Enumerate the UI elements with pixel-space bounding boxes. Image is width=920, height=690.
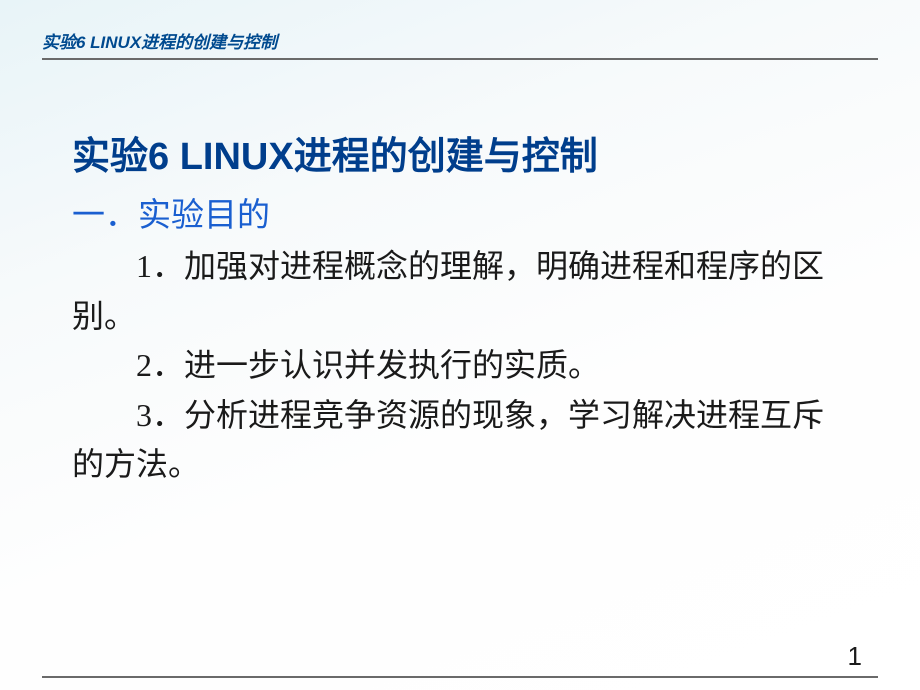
list-item: 1．加强对进程概念的理解，明确进程和程序的区别。 [72, 242, 850, 341]
slide-footer [42, 676, 878, 678]
page-number: 1 [848, 641, 862, 672]
header-title: 实验6 LINUX进程的创建与控制 [42, 28, 920, 53]
list-item: 2．进一步认识并发执行的实质。 [72, 341, 850, 391]
item-text: 2．进一步认识并发执行的实质。 [136, 347, 600, 383]
objectives-list: 1．加强对进程概念的理解，明确进程和程序的区别。 2．进一步认识并发执行的实质。… [72, 242, 850, 490]
section-heading: 一．实验目的 [72, 188, 850, 236]
slide-content: 实验6 LINUX进程的创建与控制 一．实验目的 1．加强对进程概念的理解，明确… [0, 60, 920, 490]
footer-divider [42, 676, 878, 678]
item-text: 1．加强对进程概念的理解，明确进程和程序的区别。 [72, 248, 824, 334]
item-text: 3．分析进程竞争资源的现象，学习解决进程互斥的方法。 [72, 397, 824, 483]
main-title: 实验6 LINUX进程的创建与控制 [72, 125, 850, 180]
slide-header: 实验6 LINUX进程的创建与控制 [0, 0, 920, 60]
list-item: 3．分析进程竞争资源的现象，学习解决进程互斥的方法。 [72, 391, 850, 490]
